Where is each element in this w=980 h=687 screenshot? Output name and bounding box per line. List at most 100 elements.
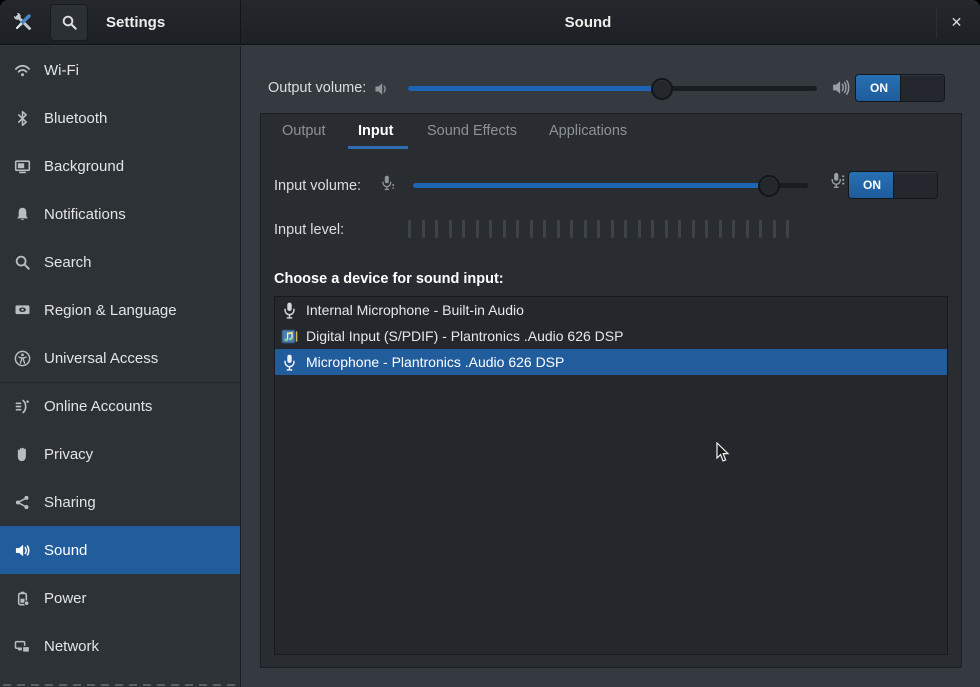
input-level-meter [408, 220, 789, 238]
sidebar-item-network[interactable]: Network [0, 622, 240, 670]
settings-app-icon [11, 10, 35, 34]
level-bar [651, 220, 654, 238]
input-volume-slider-fill [413, 183, 769, 188]
toggle-handle[interactable] [893, 172, 937, 198]
sidebar-item-search[interactable]: Search [0, 238, 240, 286]
sidebar-item-label: Universal Access [44, 350, 158, 367]
input-level-label: Input level: [274, 222, 344, 238]
level-bar [503, 220, 506, 238]
level-bar [516, 220, 519, 238]
sidebar-item-label: Power [44, 590, 87, 607]
level-bar [773, 220, 776, 238]
level-bar [489, 220, 492, 238]
tab-sound-effects[interactable]: Sound Effects [427, 123, 517, 139]
sidebar-item-privacy[interactable]: Privacy [0, 430, 240, 478]
microphone-icon [280, 301, 299, 320]
sidebar-scroll-indicator [3, 684, 238, 686]
input-device-list: Internal Microphone - Built-in Audio Dig… [274, 296, 948, 655]
sidebar-item-label: Sharing [44, 494, 96, 511]
toggle-handle[interactable] [900, 75, 944, 101]
sidebar-item-label: Sound [44, 542, 87, 559]
input-volume-toggle[interactable]: ON [848, 171, 938, 199]
search-button[interactable] [50, 4, 88, 41]
tab-applications[interactable]: Applications [549, 123, 627, 139]
toggle-on-label: ON [849, 172, 895, 198]
sidebar-item-background[interactable]: Background [0, 142, 240, 190]
sound-icon [14, 542, 31, 559]
sidebar-item-label: Online Accounts [44, 398, 152, 415]
sidebar-item-label: Wi-Fi [44, 62, 79, 79]
level-bar [692, 220, 695, 238]
device-label: Microphone - Plantronics .Audio 626 DSP [306, 354, 564, 370]
level-bar [638, 220, 641, 238]
sidebar-item-notifications[interactable]: Notifications [0, 190, 240, 238]
sharing-icon [14, 494, 31, 511]
speaker-high-icon [830, 76, 853, 99]
level-bar [435, 220, 438, 238]
settings-window: Settings Sound ✕ Wi-Fi Bluetooth [0, 0, 980, 687]
sidebar-item-label: Background [44, 158, 124, 175]
background-icon [14, 158, 31, 175]
search-panel-icon [14, 254, 31, 271]
level-bar [408, 220, 411, 238]
output-volume-toggle[interactable]: ON [855, 74, 945, 102]
bluetooth-icon [14, 110, 31, 127]
level-bar [678, 220, 681, 238]
mouse-cursor [716, 442, 730, 466]
universal-access-icon [14, 350, 31, 367]
device-row-microphone-plantronics[interactable]: Microphone - Plantronics .Audio 626 DSP [275, 349, 947, 375]
magnifier-icon [61, 14, 78, 31]
sidebar-item-wifi[interactable]: Wi-Fi [0, 46, 240, 94]
sidebar-item-power[interactable]: Power [0, 574, 240, 622]
mic-sensitivity-low-icon [379, 174, 397, 192]
app-title: Settings [106, 0, 165, 45]
level-bar [665, 220, 668, 238]
tab-input[interactable]: Input [358, 123, 393, 139]
device-row-digital-input-spdif[interactable]: Digital Input (S/PDIF) - Plantronics .Au… [275, 323, 947, 349]
input-volume-slider[interactable] [413, 183, 808, 188]
sidebar-item-region-language[interactable]: Region & Language [0, 286, 240, 334]
level-bar [543, 220, 546, 238]
sidebar-item-bluetooth[interactable]: Bluetooth [0, 94, 240, 142]
online-accounts-icon [14, 398, 31, 415]
speaker-low-icon [372, 79, 392, 99]
level-bar [530, 220, 533, 238]
tab-output[interactable]: Output [282, 123, 326, 139]
sidebar-item-label: Privacy [44, 446, 93, 463]
output-volume-slider[interactable] [408, 86, 817, 91]
level-bar [570, 220, 573, 238]
level-bar [746, 220, 749, 238]
level-bar [732, 220, 735, 238]
output-volume-label: Output volume: [268, 80, 366, 96]
sidebar: Wi-Fi Bluetooth Background [0, 46, 241, 687]
close-separator [936, 7, 937, 38]
wifi-icon [14, 62, 31, 79]
device-row-internal-microphone[interactable]: Internal Microphone - Built-in Audio [275, 297, 947, 323]
close-button[interactable]: ✕ [943, 9, 970, 36]
privacy-icon [14, 446, 31, 463]
input-volume-slider-handle[interactable] [758, 175, 780, 197]
mic-sensitivity-high-icon [828, 171, 847, 190]
microphone-icon [280, 353, 299, 372]
level-bar [462, 220, 465, 238]
sidebar-item-online-accounts[interactable]: Online Accounts [0, 382, 240, 430]
spdif-icon [280, 327, 299, 346]
level-bar [719, 220, 722, 238]
device-chooser-heading: Choose a device for sound input: [274, 271, 504, 287]
sidebar-item-universal-access[interactable]: Universal Access [0, 334, 240, 382]
level-bar [624, 220, 627, 238]
level-bar [597, 220, 600, 238]
sidebar-item-sharing[interactable]: Sharing [0, 478, 240, 526]
level-bar [584, 220, 587, 238]
toggle-on-label: ON [856, 75, 902, 101]
device-label: Internal Microphone - Built-in Audio [306, 302, 524, 318]
active-tab-indicator [348, 146, 408, 149]
device-label: Digital Input (S/PDIF) - Plantronics .Au… [306, 328, 623, 344]
region-language-icon [14, 302, 31, 319]
sidebar-item-sound[interactable]: Sound [0, 526, 240, 574]
level-bar [476, 220, 479, 238]
level-bar [759, 220, 762, 238]
level-bar [422, 220, 425, 238]
power-icon [14, 590, 31, 607]
output-volume-slider-handle[interactable] [651, 78, 673, 100]
